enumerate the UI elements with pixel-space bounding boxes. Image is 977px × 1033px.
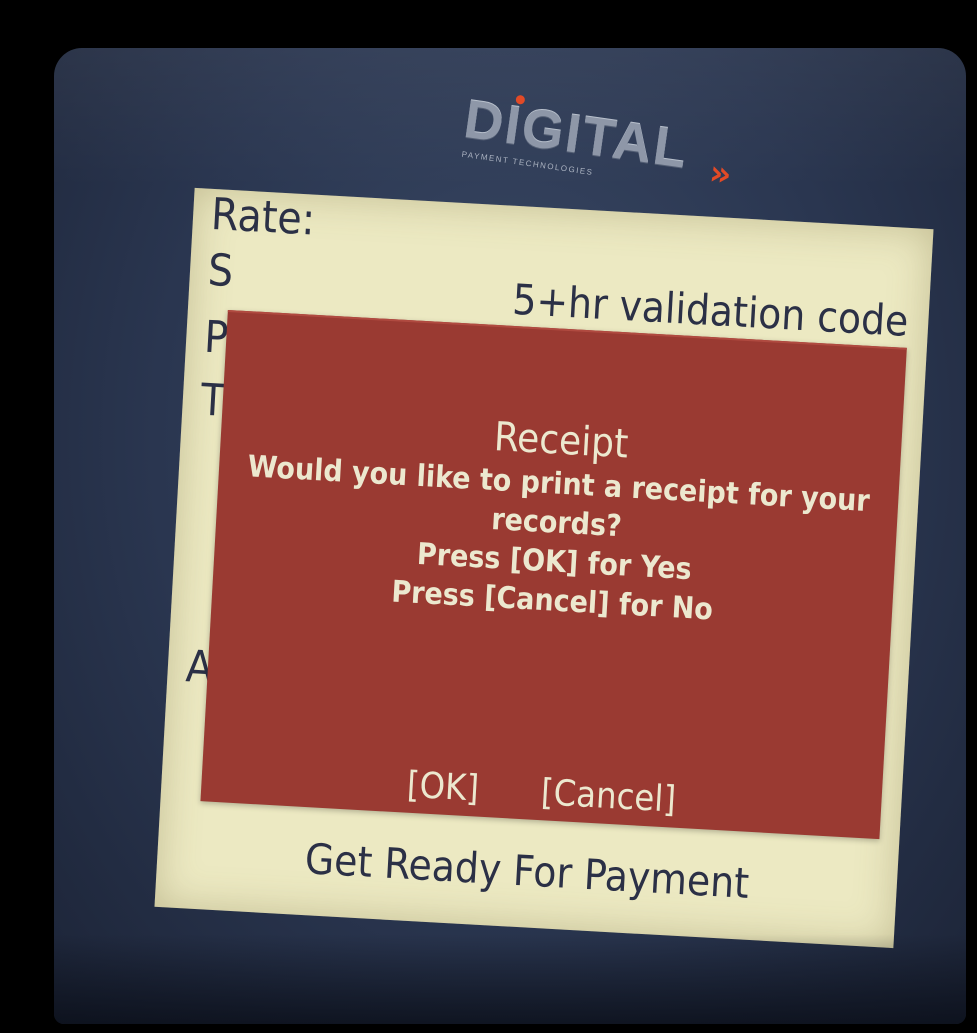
photo-frame: DIGITAL PAYMENT TECHNOLOGIES » Rate: S 5… (16, 16, 966, 1024)
payment-status-message: Get Ready For Payment (303, 834, 751, 908)
kiosk-device: DIGITAL PAYMENT TECHNOLOGIES » Rate: S 5… (54, 48, 966, 1024)
receipt-dialog: Receipt Would you like to print a receip… (200, 309, 907, 840)
bezel-bottom (54, 934, 966, 1024)
ok-button[interactable]: [OK] (406, 765, 480, 811)
brand-chevrons-icon: » (706, 152, 735, 196)
cancel-button[interactable]: [Cancel] (540, 772, 677, 821)
lcd-screen: Rate: S 5+hr validation code P 2 T A ) G… (154, 187, 934, 949)
dialog-buttons: [OK] [Cancel] (201, 753, 882, 833)
screen-line-s: S (206, 244, 235, 298)
rate-label: Rate: (209, 188, 317, 246)
